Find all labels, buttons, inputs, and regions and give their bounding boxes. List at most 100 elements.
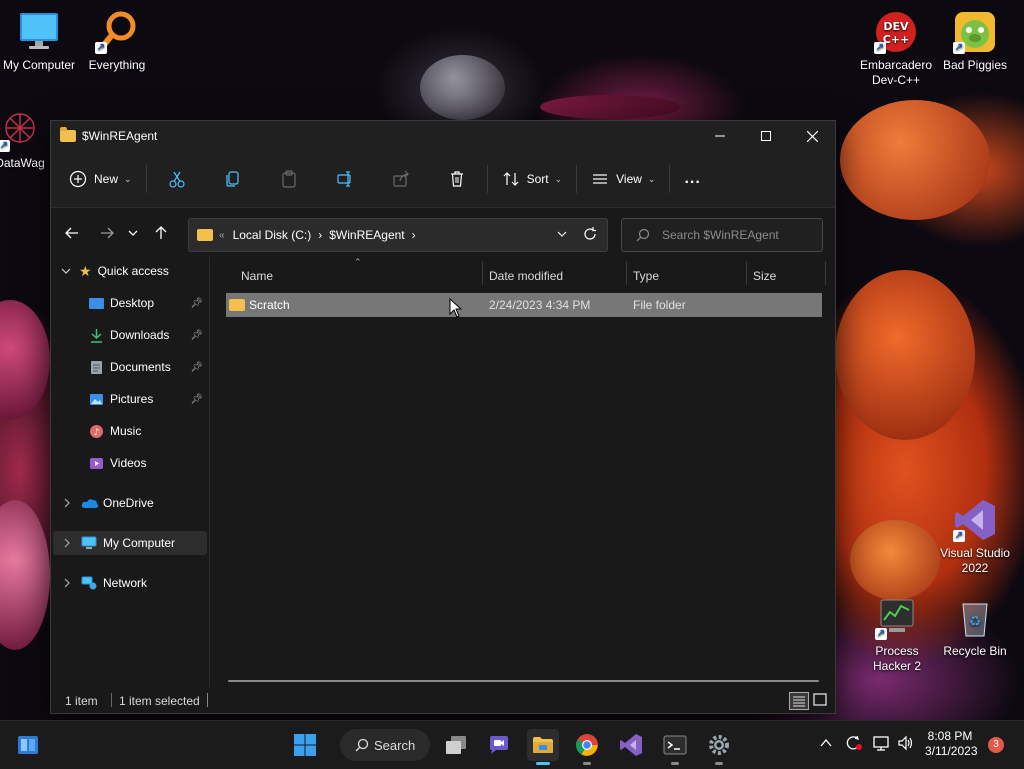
- teams-chat-button[interactable]: [483, 729, 515, 761]
- up-button[interactable]: [146, 218, 176, 248]
- taskbar-search-button[interactable]: Search: [340, 729, 430, 761]
- gear-icon: [709, 735, 729, 755]
- nav-label: Documents: [110, 360, 171, 374]
- desktop-icon-label: Bad Piggies: [942, 58, 1008, 72]
- column-header-name[interactable]: Name: [241, 265, 471, 287]
- desktop-icon: [89, 297, 104, 309]
- shortcut-arrow-icon: ↗: [95, 42, 107, 54]
- address-history-button[interactable]: [557, 228, 567, 242]
- chrome-taskbar-button[interactable]: [571, 729, 603, 765]
- sort-icon: [503, 172, 518, 186]
- column-divider[interactable]: [626, 261, 627, 285]
- column-header-type[interactable]: Type: [633, 265, 743, 287]
- paste-button[interactable]: [265, 163, 313, 195]
- column-header-date[interactable]: Date modified: [489, 265, 619, 287]
- copy-button[interactable]: [209, 163, 257, 195]
- start-button[interactable]: [289, 729, 321, 761]
- back-button[interactable]: [57, 218, 87, 248]
- view-button[interactable]: View ⌄: [583, 163, 663, 195]
- desktop-icon-my-computer[interactable]: My Computer: [2, 10, 76, 73]
- breadcrumb-local-disk[interactable]: Local Disk (C:): [233, 228, 312, 242]
- maximize-button[interactable]: [743, 121, 789, 151]
- title-bar[interactable]: $WinREAgent: [51, 121, 835, 151]
- nav-onedrive[interactable]: OneDrive: [51, 491, 207, 515]
- refresh-button[interactable]: [583, 227, 597, 244]
- svg-text:DEV: DEV: [883, 20, 909, 33]
- nav-label: Desktop: [110, 296, 155, 310]
- show-hidden-icons-button[interactable]: [820, 737, 832, 751]
- nav-quick-access[interactable]: ★ Quick access: [51, 259, 207, 283]
- cut-button[interactable]: [153, 163, 201, 195]
- share-button[interactable]: [377, 163, 425, 195]
- more-options-button[interactable]: ...: [676, 163, 708, 195]
- horizontal-scrollbar[interactable]: [228, 680, 819, 682]
- desktop-icon-datawag[interactable]: ↗ DataWag: [0, 108, 50, 171]
- widgets-button[interactable]: [12, 729, 44, 761]
- desktop-icon-everything[interactable]: ↗ Everything: [80, 10, 154, 73]
- status-divider: [111, 693, 112, 707]
- nav-item-videos[interactable]: Videos: [51, 451, 207, 475]
- address-bar[interactable]: « Local Disk (C:) › $WinREAgent ›: [188, 218, 608, 252]
- desktop-icon-process-hacker[interactable]: ↗ Process Hacker 2: [860, 596, 934, 674]
- status-bar: 1 item 1 item selected: [51, 687, 835, 713]
- nav-item-pictures[interactable]: Pictures 📌︎: [51, 387, 207, 411]
- search-box[interactable]: Search $WinREAgent: [621, 218, 823, 252]
- sort-button[interactable]: Sort ⌄: [494, 163, 571, 195]
- desktop-icon-label-line2: Hacker 2: [872, 659, 922, 673]
- pin-icon: 📌︎: [190, 393, 203, 405]
- nav-label: Quick access: [97, 264, 169, 278]
- forward-button[interactable]: [92, 218, 122, 248]
- nav-item-downloads[interactable]: Downloads 📌︎: [51, 323, 207, 347]
- network-icon: [81, 576, 97, 590]
- folder-icon: [533, 737, 553, 753]
- nav-label: Music: [110, 424, 142, 438]
- nav-item-desktop[interactable]: Desktop 📌︎: [51, 291, 207, 315]
- refresh-icon: [584, 227, 596, 240]
- delete-button[interactable]: [433, 163, 481, 195]
- tray-sync-button[interactable]: [845, 735, 863, 754]
- desktop-icon-label: Embarcadero: [859, 58, 933, 72]
- clock[interactable]: 8:08 PM 3/11/2023: [925, 729, 978, 759]
- windows-logo-icon: [294, 734, 316, 756]
- breadcrumb-winreagent[interactable]: $WinREAgent: [329, 228, 404, 242]
- new-button[interactable]: New ⌄: [61, 163, 140, 195]
- recent-locations-button[interactable]: [122, 218, 144, 248]
- file-explorer-taskbar-button[interactable]: [527, 729, 559, 765]
- details-view-button[interactable]: [789, 692, 809, 710]
- task-view-button[interactable]: [440, 729, 472, 761]
- close-button[interactable]: [789, 121, 835, 151]
- desktop-icon-label: My Computer: [2, 58, 76, 72]
- desktop-icon-visual-studio[interactable]: ↗ Visual Studio 2022: [938, 498, 1012, 576]
- column-divider[interactable]: [825, 261, 826, 285]
- copy-icon: [225, 171, 239, 187]
- large-icons-view-button[interactable]: [811, 692, 829, 708]
- column-divider[interactable]: [482, 261, 483, 285]
- settings-taskbar-button[interactable]: [703, 729, 735, 765]
- terminal-taskbar-button[interactable]: [659, 729, 691, 765]
- desktop-icon-bad-piggies[interactable]: ↗ Bad Piggies: [938, 10, 1012, 73]
- overflow-chevron[interactable]: «: [219, 230, 225, 241]
- desktop-icon-devcpp[interactable]: DEV C++ ↗ Embarcadero Dev-C++: [859, 10, 933, 88]
- table-row[interactable]: Scratch 2/24/2023 4:34 PM File folder: [226, 293, 822, 317]
- notification-badge[interactable]: 3: [988, 737, 1004, 753]
- nav-label: Downloads: [110, 328, 170, 342]
- pin-icon: 📌︎: [190, 361, 203, 373]
- nav-item-documents[interactable]: Documents 📌︎: [51, 355, 207, 379]
- shortcut-arrow-icon: ↗: [953, 42, 965, 54]
- minimize-button[interactable]: [697, 121, 743, 151]
- column-label: Date modified: [489, 269, 564, 283]
- rename-button[interactable]: [321, 163, 369, 195]
- visual-studio-taskbar-button[interactable]: [615, 729, 647, 761]
- column-divider[interactable]: [746, 261, 747, 285]
- sort-label: Sort: [526, 172, 549, 186]
- nav-mycomputer[interactable]: My Computer: [53, 531, 207, 555]
- tray-volume-button[interactable]: [897, 735, 915, 754]
- breadcrumb-separator-icon: ›: [318, 228, 323, 242]
- desktop-icon-recycle-bin[interactable]: ♻ Recycle Bin: [938, 596, 1012, 659]
- running-indicator: [715, 762, 723, 765]
- nav-item-music[interactable]: ♪ Music: [51, 419, 207, 443]
- tray-network-button[interactable]: [873, 735, 891, 754]
- nav-network[interactable]: Network: [51, 571, 207, 595]
- column-header-size[interactable]: Size: [753, 265, 813, 287]
- wallpaper-blob: [835, 270, 975, 440]
